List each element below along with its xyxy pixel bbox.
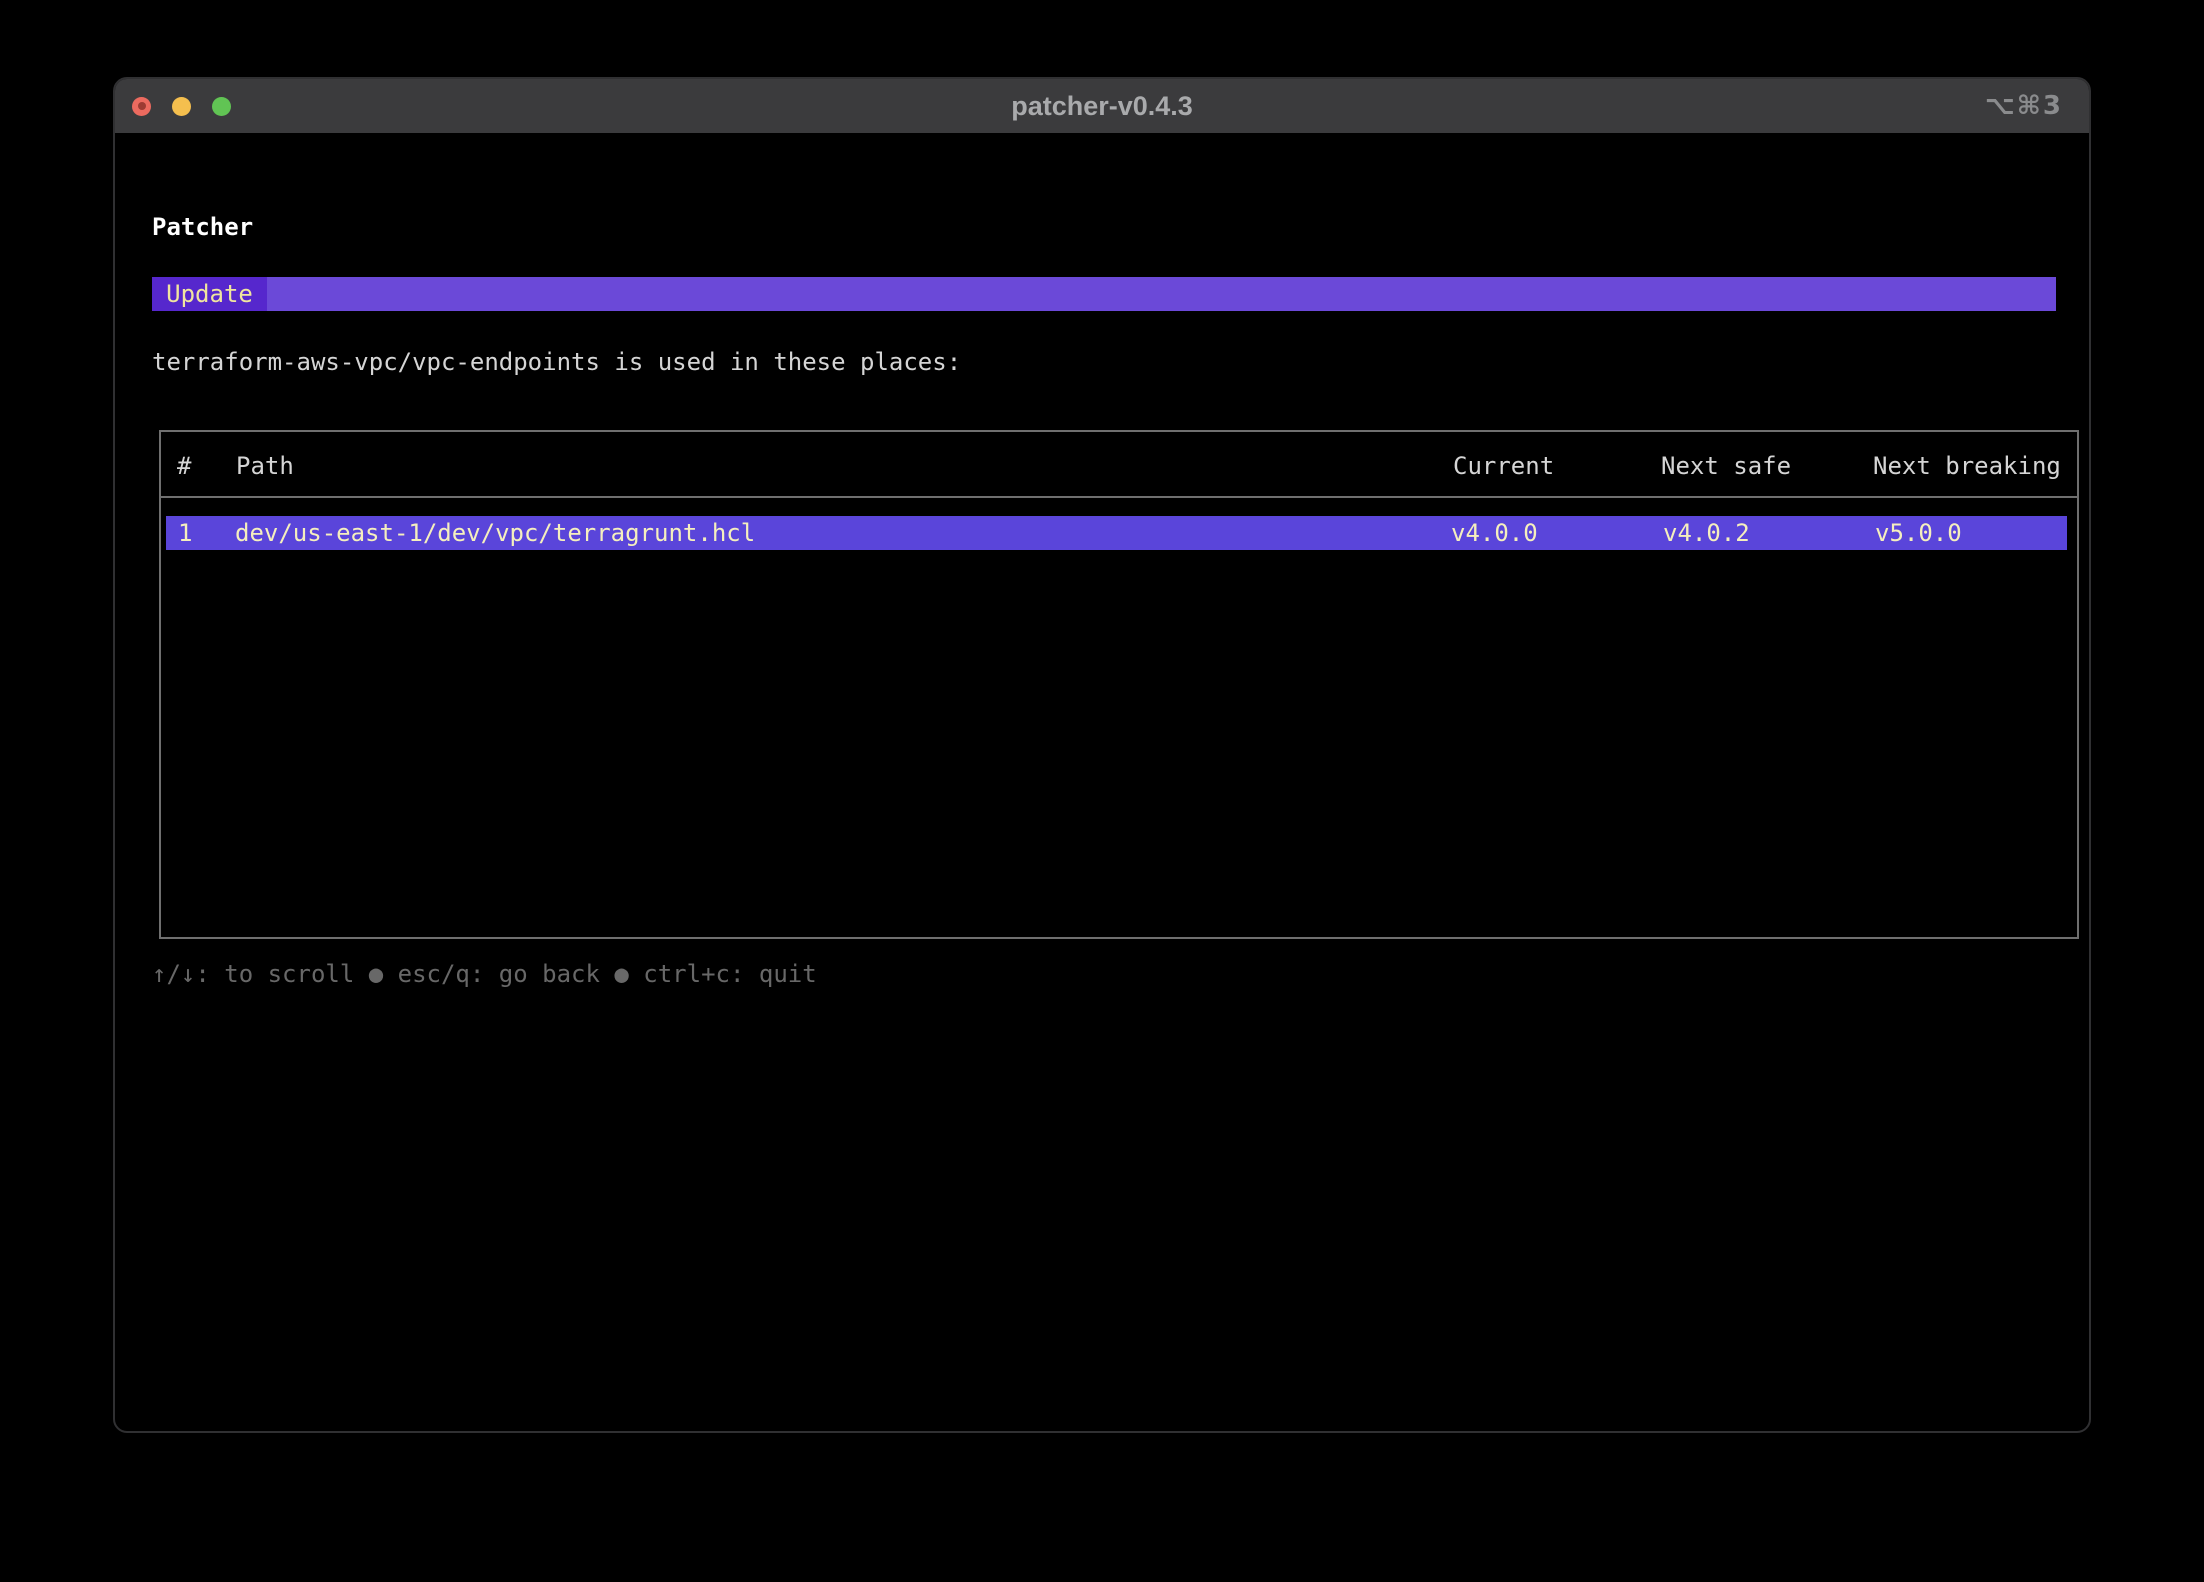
table-row-selected[interactable]: 1 dev/us-east-1/dev/vpc/terragrunt.hcl v… bbox=[166, 516, 2067, 550]
column-header-current: Current bbox=[1453, 451, 1554, 481]
tab-bar: Update bbox=[152, 277, 2056, 311]
column-header-next-breaking: Next breaking bbox=[1873, 451, 2061, 481]
row-current-version: v4.0.0 bbox=[1451, 516, 1538, 550]
column-header-next-safe: Next safe bbox=[1661, 451, 1791, 481]
row-path: dev/us-east-1/dev/vpc/terragrunt.hcl bbox=[235, 516, 755, 550]
row-next-safe-version: v4.0.2 bbox=[1663, 516, 1750, 550]
header-separator bbox=[161, 496, 2077, 498]
close-button[interactable] bbox=[132, 97, 151, 116]
terminal-window: patcher-v0.4.3 ⌥⌘3 Patcher Update terraf… bbox=[113, 77, 2091, 1433]
terminal-content: Patcher Update terraform-aws-vpc/vpc-end… bbox=[115, 133, 2089, 1431]
page-title: Patcher bbox=[152, 212, 253, 242]
usage-description: terraform-aws-vpc/vpc-endpoints is used … bbox=[152, 347, 961, 377]
window-shortcut-label: ⌥⌘3 bbox=[1985, 91, 2089, 121]
traffic-lights bbox=[115, 97, 231, 116]
row-next-breaking-version: v5.0.0 bbox=[1875, 516, 1962, 550]
column-header-path: Path bbox=[236, 451, 294, 481]
row-num: 1 bbox=[178, 516, 192, 550]
window-title: patcher-v0.4.3 bbox=[115, 91, 2089, 122]
title-bar[interactable]: patcher-v0.4.3 ⌥⌘3 bbox=[115, 79, 2089, 133]
column-header-num: # bbox=[177, 451, 191, 481]
tab-update[interactable]: Update bbox=[152, 277, 267, 311]
minimize-button[interactable] bbox=[172, 97, 191, 116]
zoom-button[interactable] bbox=[212, 97, 231, 116]
usage-table[interactable]: # Path Current Next safe Next breaking 1… bbox=[159, 430, 2079, 939]
unsaved-dot-icon bbox=[138, 102, 146, 110]
help-footer: ↑/↓: to scroll ● esc/q: go back ● ctrl+c… bbox=[152, 959, 817, 989]
